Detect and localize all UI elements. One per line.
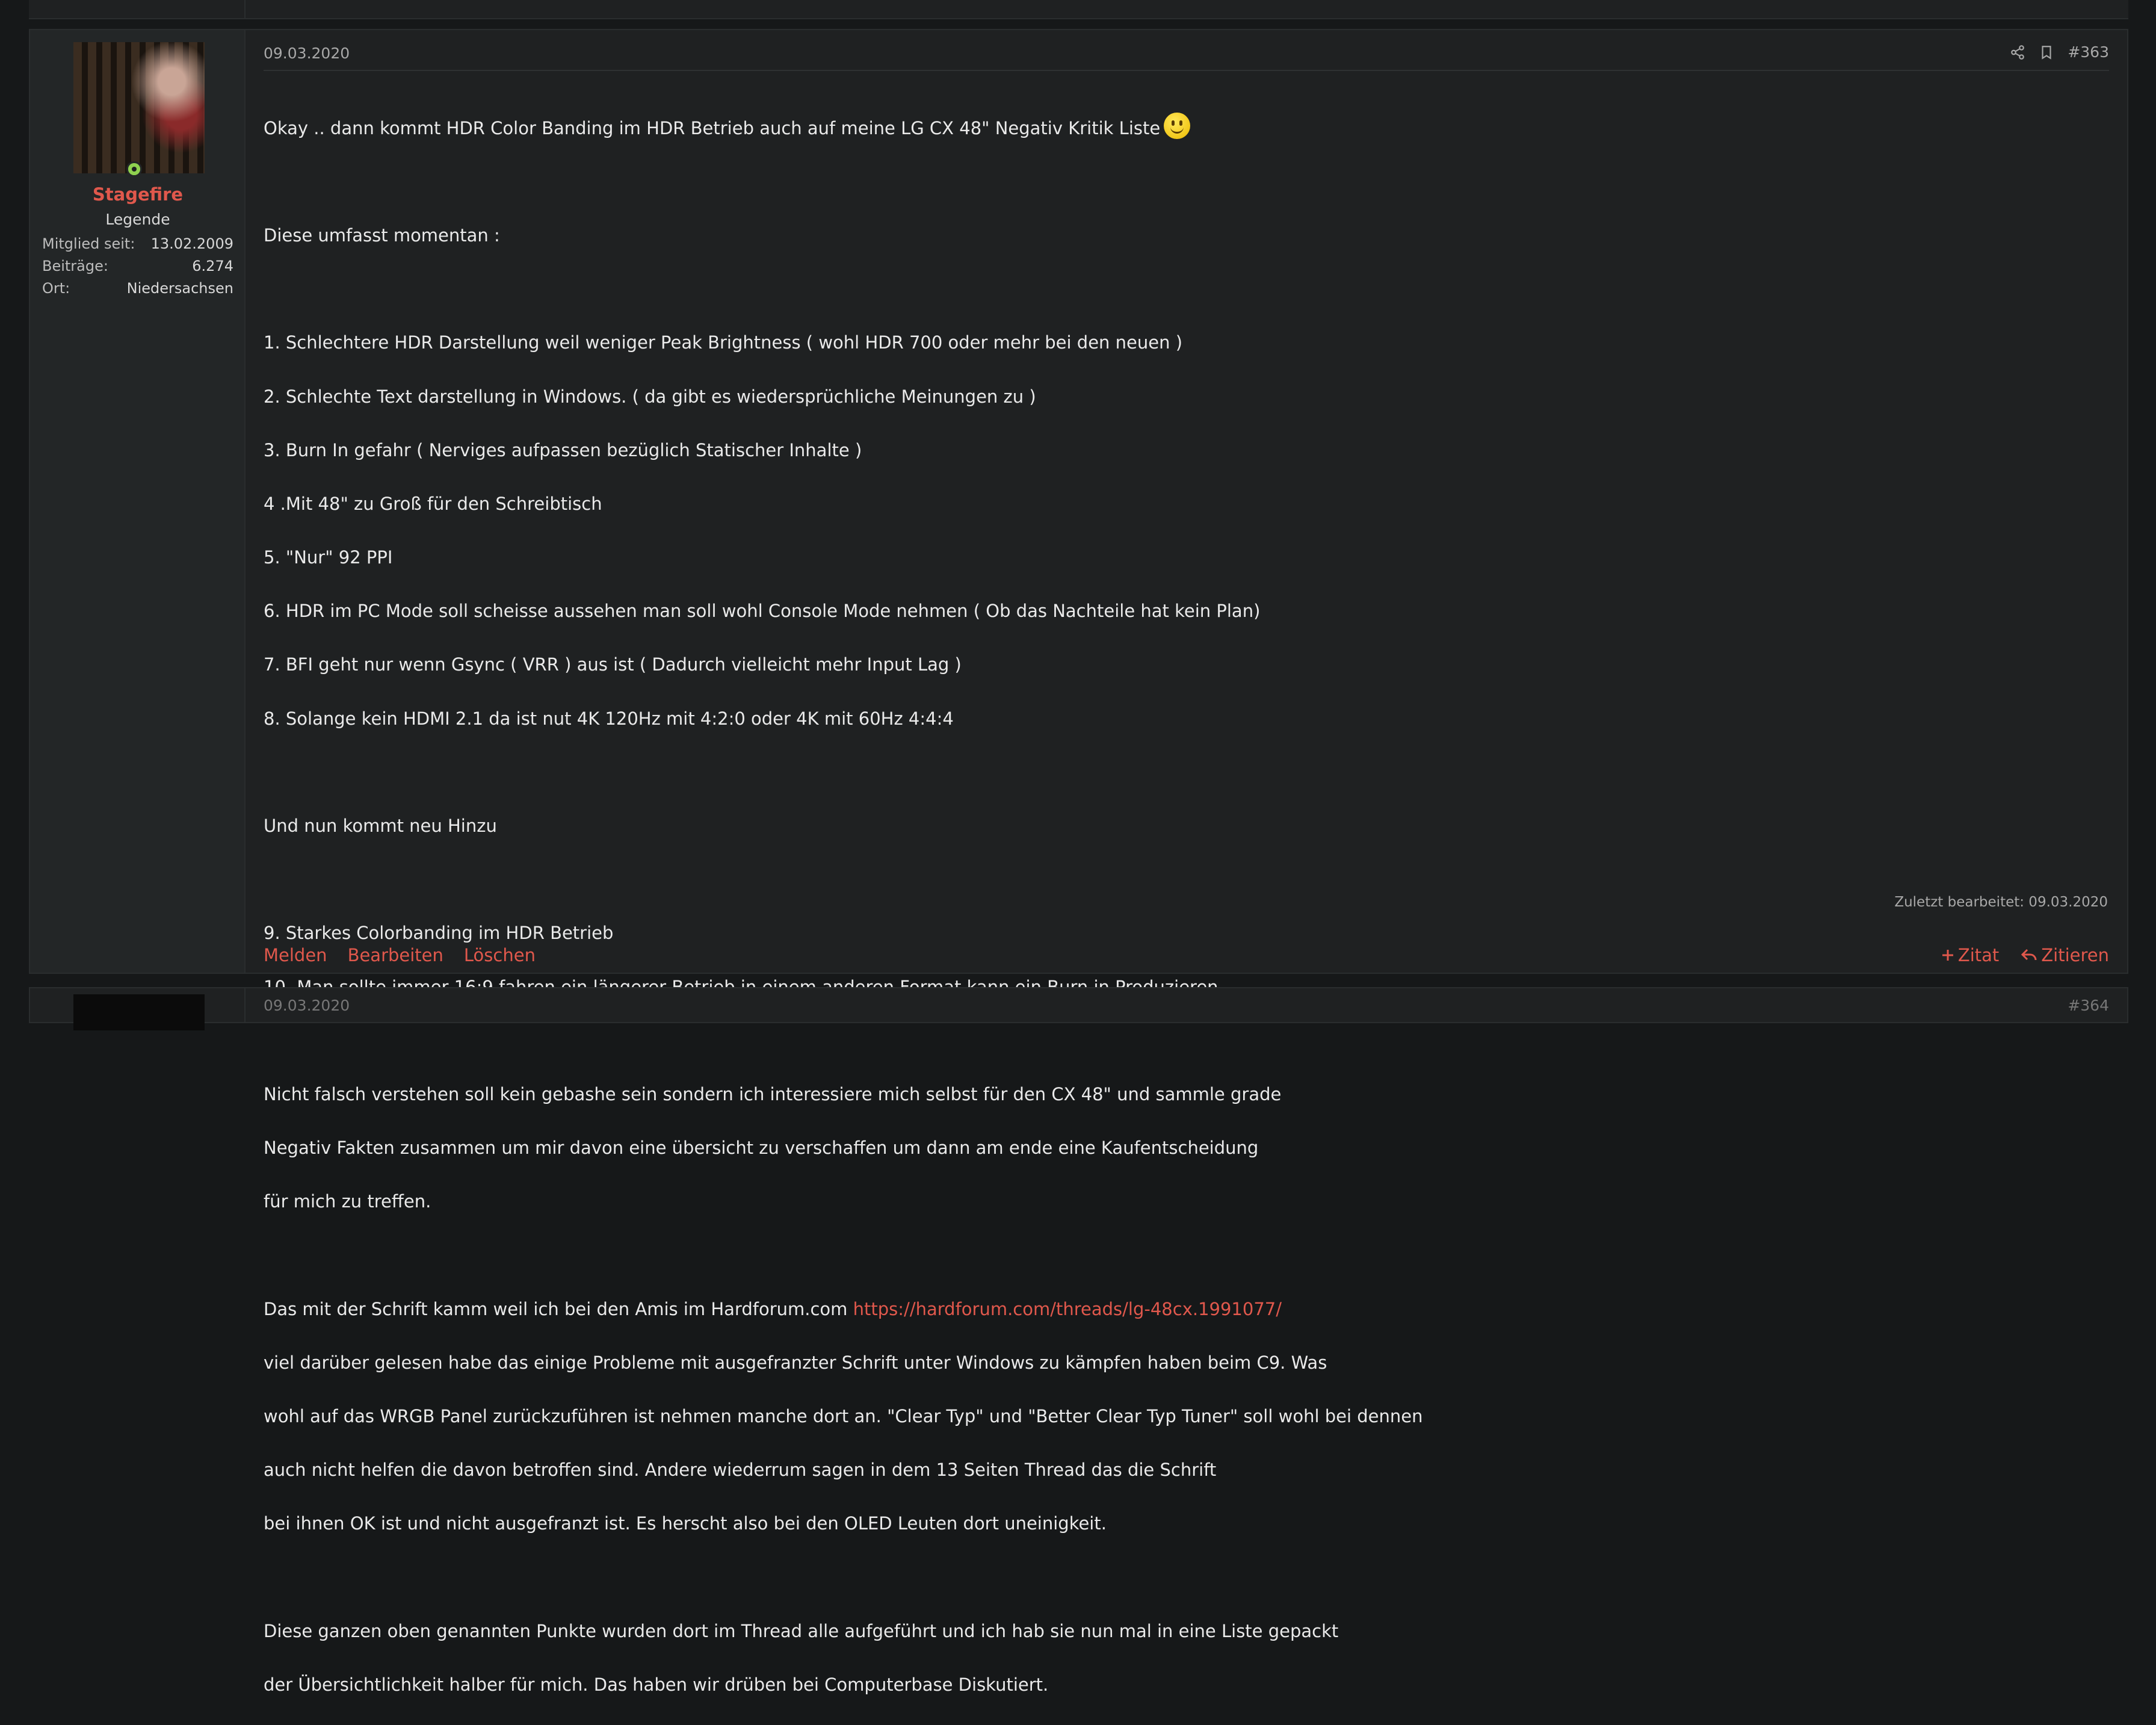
user-panel: Stagefire Legende Mitglied seit: 13.02.2… (30, 30, 246, 973)
stat-label: Ort: (42, 280, 70, 297)
list-item: 2. Schlechte Text darstellung in Windows… (264, 386, 1036, 407)
post-actions: Melden Bearbeiten Löschen Zitat Zitieren (264, 945, 2109, 969)
username[interactable]: Stagefire (30, 184, 246, 205)
post-number[interactable]: #363 (2068, 43, 2109, 61)
post-header: 09.03.2020 #363 (264, 43, 2109, 71)
avatar[interactable] (73, 42, 205, 173)
list-item: 1. Schlechtere HDR Darstellung weil weni… (264, 332, 1183, 353)
smiley-icon (1164, 112, 1191, 139)
list-item: 7. BFI geht nur wenn Gsync ( VRR ) aus i… (264, 654, 962, 675)
user-stat-posts: Beiträge: 6.274 (42, 258, 233, 274)
online-status-icon (126, 161, 142, 177)
post-date[interactable]: 09.03.2020 (264, 997, 350, 1014)
post-line: der Übersichtlichkeit halber für mich. D… (264, 1674, 1049, 1696)
reply-label: Zitieren (2041, 945, 2109, 965)
post-line: Und nun kommt neu Hinzu (264, 816, 497, 837)
forum-post: Stagefire Legende Mitglied seit: 13.02.2… (29, 29, 2128, 1695)
post-line: viel darüber gelesen habe das einige Pro… (264, 1352, 1327, 1373)
post-line: wohl auf das WRGB Panel zurückzuführen i… (264, 1406, 1423, 1427)
stat-value: 13.02.2009 (150, 235, 233, 252)
hardforum-link[interactable]: https://hardforum.com/threads/lg-48cx.19… (853, 1299, 1282, 1319)
stat-label: Mitglied seit: (42, 235, 135, 252)
last-edited: Zuletzt bearbeitet: 09.03.2020 (1894, 894, 2108, 910)
quote-plus-button[interactable]: Zitat (1941, 945, 1999, 965)
post-line: auch nicht helfen die davon betroffen si… (264, 1460, 1217, 1481)
list-item: 4 .Mit 48" zu Groß für den Schreibtisch (264, 493, 602, 514)
stat-label: Beiträge: (42, 258, 108, 274)
list-item: 3. Burn In gefahr ( Nerviges aufpassen b… (264, 439, 862, 460)
edit-button[interactable]: Bearbeiten (348, 945, 443, 965)
post-line: bei ihnen OK ist und nicht ausgefranzt i… (264, 1513, 1107, 1534)
delete-button[interactable]: Löschen (464, 945, 536, 965)
stat-value: 6.274 (192, 258, 233, 274)
user-title: Legende (105, 211, 170, 228)
avatar[interactable] (73, 994, 205, 1030)
plus-icon (1941, 949, 1954, 962)
stat-value: Niedersachsen (126, 280, 233, 297)
list-item: 6. HDR im PC Mode soll scheisse aussehen… (264, 601, 1261, 622)
user-stat-location: Ort: Niedersachsen (42, 280, 233, 297)
reply-icon (2021, 948, 2037, 962)
post-line: Negativ Fakten zusammen um mir davon ein… (264, 1138, 1259, 1159)
share-icon[interactable] (2010, 45, 2025, 60)
quote-plus-label: Zitat (1957, 945, 2000, 965)
post-line: für mich zu treffen. (264, 1191, 431, 1212)
list-item: 9. Starkes Colorbanding im HDR Betrieb (264, 923, 614, 944)
post-line: Diese ganzen oben genannten Punkte wurde… (264, 1620, 1339, 1641)
bookmark-icon[interactable] (2039, 44, 2054, 61)
next-post-preview: 09.03.2020 #364 (29, 987, 2128, 1030)
post-line: Das mit der Schrift kamm weil ich bei de… (264, 1298, 848, 1319)
post-line: Nicht falsch verstehen soll kein gebashe… (264, 1083, 1282, 1104)
post-line: Okay .. dann kommt HDR Color Banding im … (264, 117, 1161, 138)
report-button[interactable]: Melden (264, 945, 327, 965)
post-main: 09.03.2020 #363 Okay .. dann kommt HDR C… (246, 30, 2127, 1695)
previous-post-bottom (29, 0, 2128, 19)
post-body: Okay .. dann kommt HDR Color Banding im … (264, 85, 2099, 1725)
list-item: 8. Solange kein HDMI 2.1 da ist nut 4K 1… (264, 708, 954, 729)
reply-button[interactable]: Zitieren (2021, 945, 2109, 965)
user-stat-joined: Mitglied seit: 13.02.2009 (42, 235, 233, 252)
post-number[interactable]: #364 (2068, 997, 2109, 1014)
post-line: Diese umfasst momentan : (264, 225, 500, 246)
post-date[interactable]: 09.03.2020 (264, 45, 350, 62)
list-item: 5. "Nur" 92 PPI (264, 547, 393, 568)
